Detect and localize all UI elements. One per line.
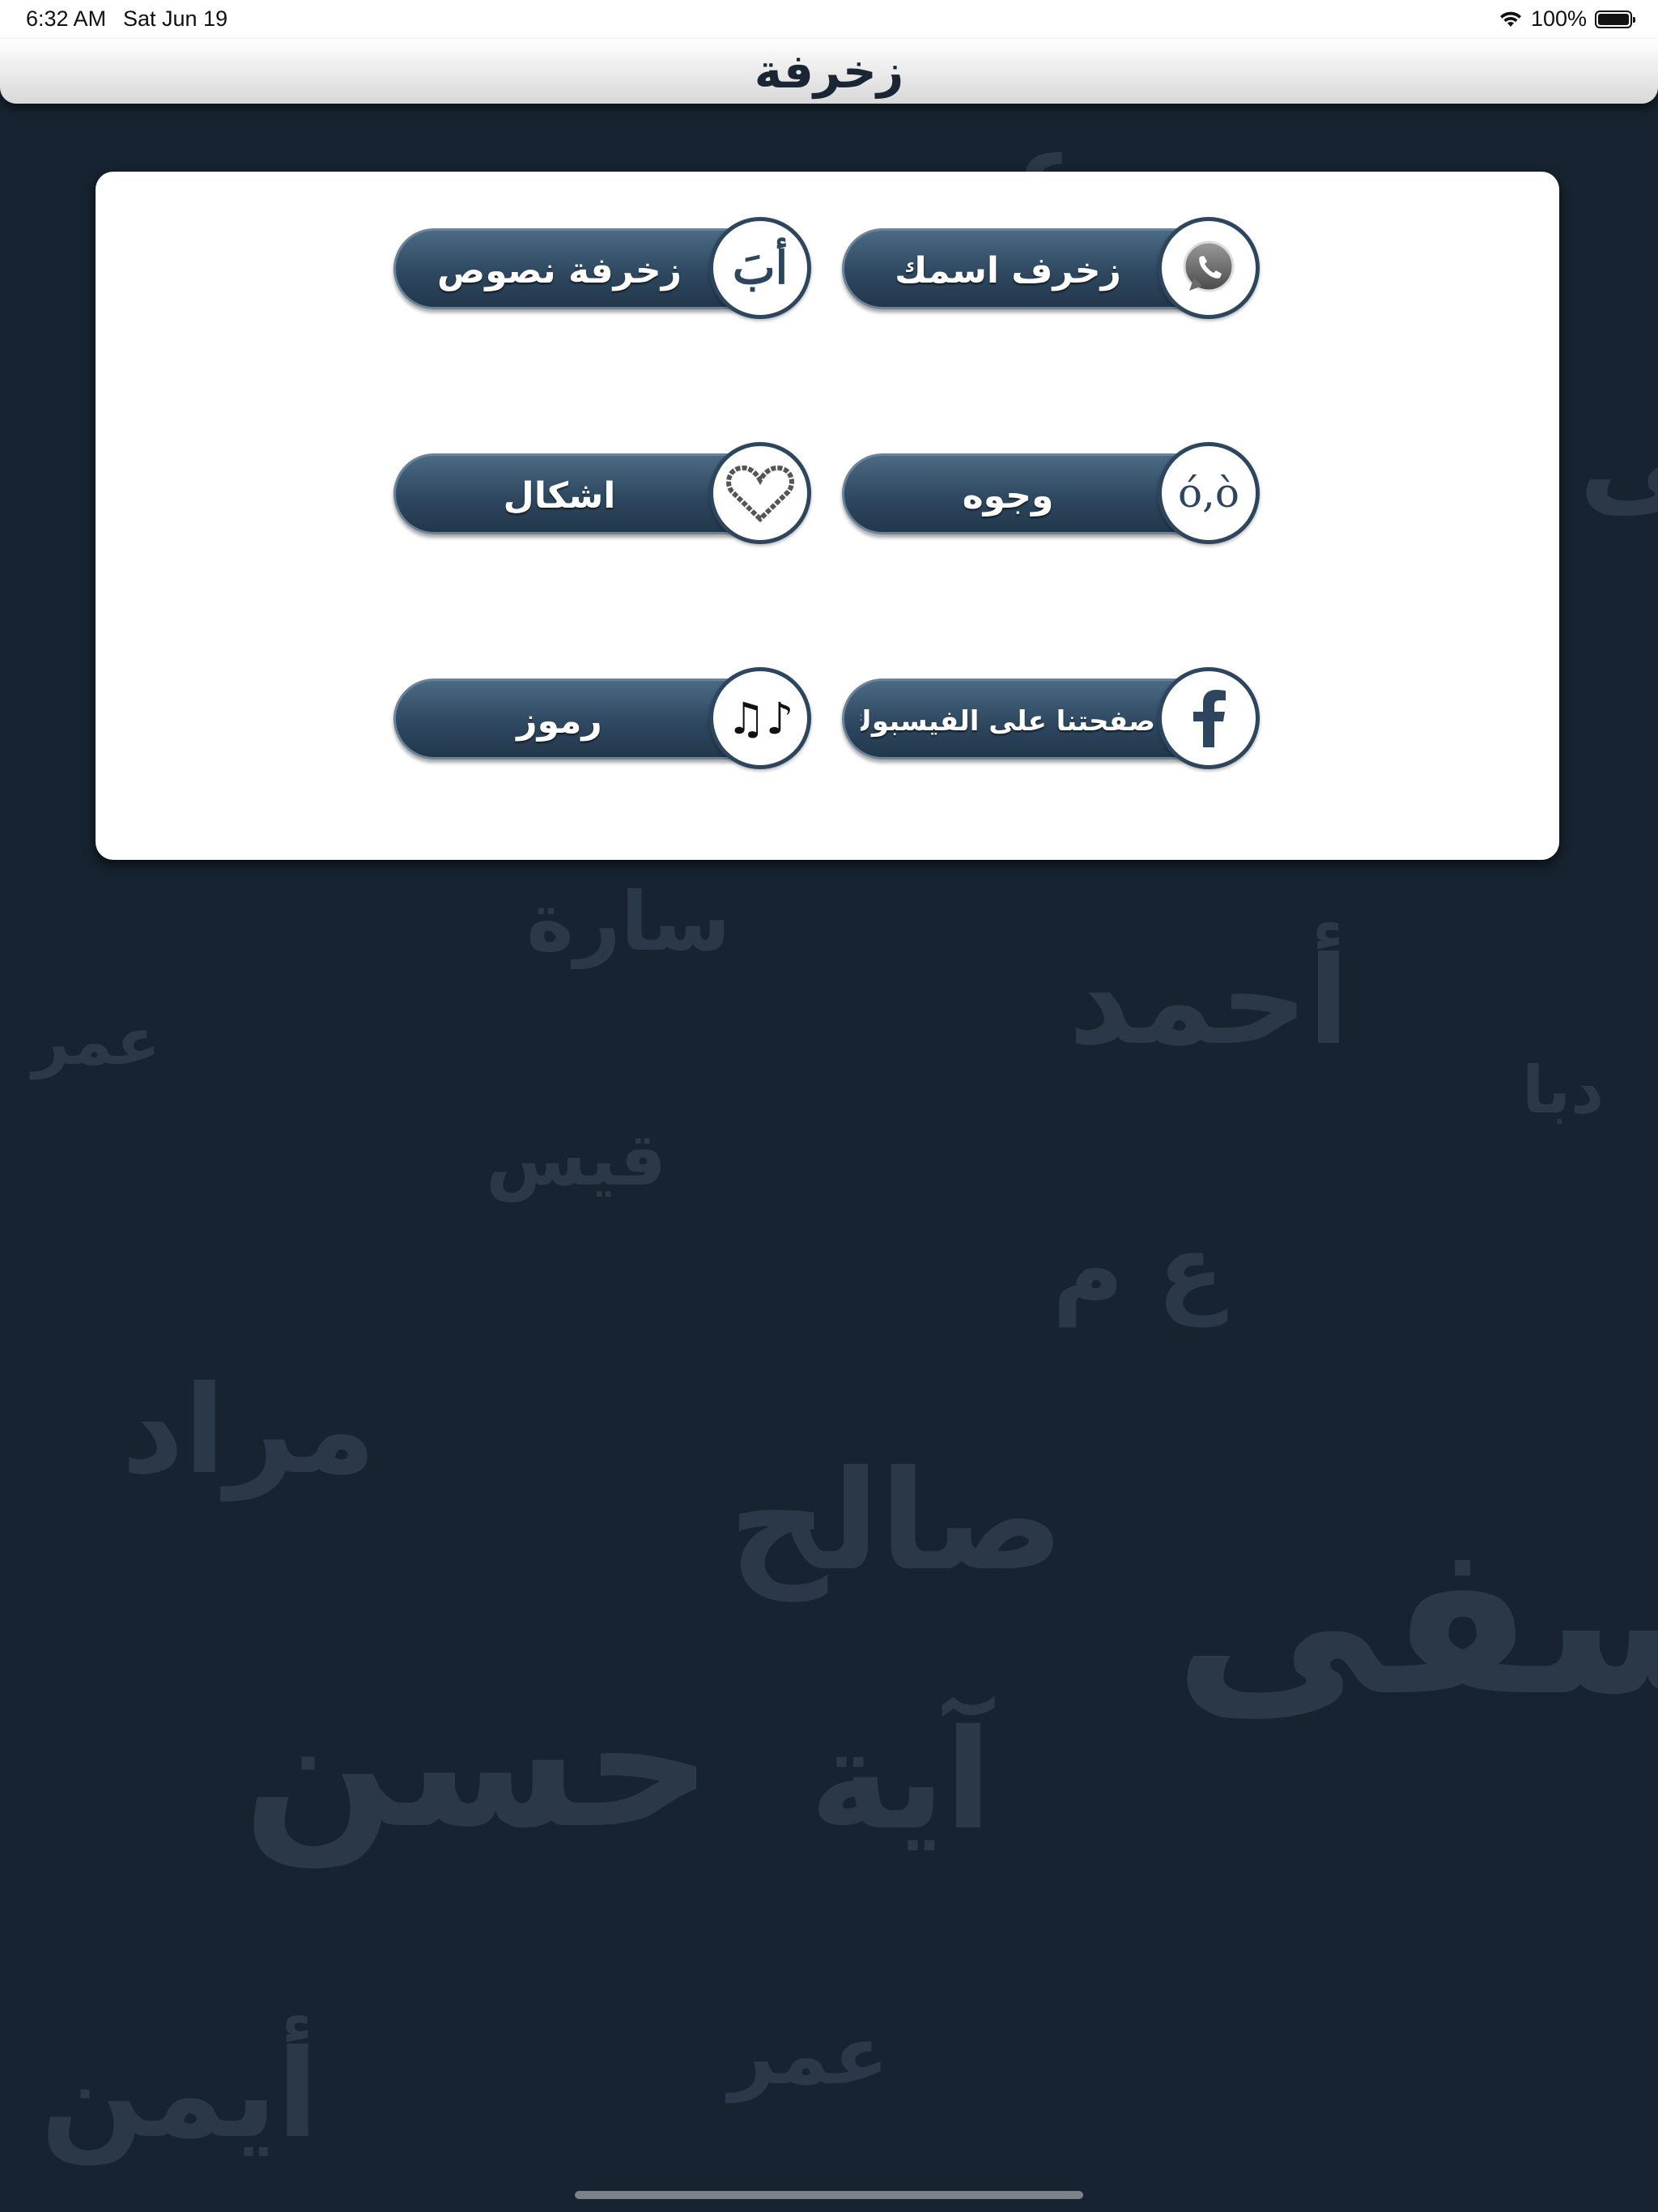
button-label: صفحتنا على الفيسبوك	[861, 705, 1155, 738]
decorate-name-button[interactable]: زخرف اسمك	[842, 217, 1260, 319]
whatsapp-icon	[1158, 217, 1260, 319]
page-title: زخرفة	[754, 44, 904, 99]
icon-glyph: ♫♪	[726, 692, 794, 744]
wifi-icon	[1499, 11, 1521, 27]
button-label: زخرف اسمك	[895, 250, 1121, 291]
status-bar: 6:32 AM Sat Jun 19 100%	[0, 0, 1658, 39]
face-icon: ó,ò	[1158, 442, 1260, 544]
home-indicator[interactable]	[575, 2191, 1083, 2199]
icon-glyph: ó,ò	[1177, 470, 1240, 517]
button-label: وجوه	[962, 475, 1054, 517]
music-notes-icon: ♫♪	[709, 667, 811, 769]
decorate-text-button[interactable]: زخرفة نصوص أبَ	[393, 217, 811, 319]
button-label: زخرفة نصوص	[437, 250, 682, 291]
faces-button[interactable]: وجوه ó,ò	[842, 442, 1260, 544]
battery-icon	[1595, 10, 1635, 28]
navigation-bar: زخرفة	[0, 39, 1658, 104]
icon-glyph: أبَ	[732, 241, 789, 295]
button-label: اشكال	[503, 475, 616, 517]
arabic-letters-icon: أبَ	[709, 217, 811, 319]
battery-percentage: 100%	[1530, 6, 1587, 31]
symbols-button[interactable]: رموز ♫♪	[393, 667, 811, 769]
heart-icon	[709, 442, 811, 544]
facebook-icon	[1158, 667, 1260, 769]
shapes-button[interactable]: اشكال	[393, 442, 811, 544]
menu-card: زخرف اسمك زخرفة نصوص أبَ وجوه ó,ò اشكال …	[96, 172, 1559, 860]
battery-fill	[1598, 13, 1629, 25]
status-right: 100%	[1499, 6, 1635, 32]
status-date: Sat Jun 19	[123, 6, 228, 31]
facebook-page-button[interactable]: صفحتنا على الفيسبوك	[842, 667, 1260, 769]
status-time: 6:32 AM	[26, 6, 107, 31]
button-label: رموز	[517, 700, 602, 742]
